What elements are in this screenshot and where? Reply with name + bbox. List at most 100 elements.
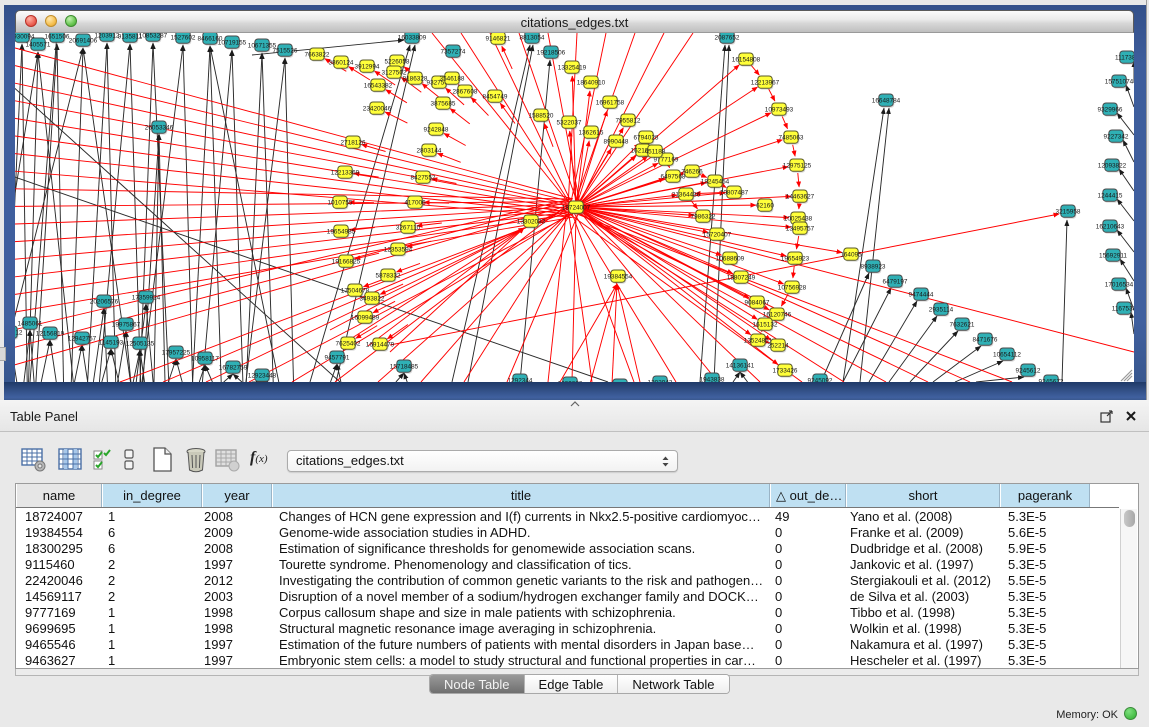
svg-text:2718126: 2718126 xyxy=(341,139,366,146)
svg-text:15720407: 15720407 xyxy=(703,231,732,238)
svg-text:12353594: 12353594 xyxy=(384,246,413,253)
svg-text:9245612: 9245612 xyxy=(1016,367,1041,374)
svg-text:6497568: 6497568 xyxy=(661,173,686,180)
svg-text:7955812: 7955812 xyxy=(616,117,641,124)
svg-text:16120746: 16120746 xyxy=(763,311,792,318)
svg-text:16914479: 16914479 xyxy=(366,341,395,348)
svg-text:16543382: 16543382 xyxy=(364,82,393,89)
svg-text:8471676: 8471676 xyxy=(973,336,998,343)
svg-text:1244415: 1244415 xyxy=(1098,192,1123,199)
svg-text:1588520: 1588520 xyxy=(529,112,554,119)
svg-text:10688609: 10688609 xyxy=(716,255,745,262)
svg-text:3912994: 3912994 xyxy=(355,63,380,70)
svg-text:2803144: 2803144 xyxy=(417,147,442,154)
svg-text:20691406: 20691406 xyxy=(69,37,98,44)
svg-text:9457791: 9457791 xyxy=(325,354,350,361)
svg-text:8813054: 8813054 xyxy=(520,34,545,41)
svg-text:16210643: 16210643 xyxy=(1096,223,1125,230)
svg-text:252214: 252214 xyxy=(767,342,789,349)
svg-text:7515526: 7515526 xyxy=(273,47,298,54)
svg-text:7663822: 7663822 xyxy=(305,51,330,58)
svg-text:15692911: 15692911 xyxy=(1099,252,1127,259)
svg-text:8938923: 8938923 xyxy=(861,263,886,270)
svg-text:1203943: 1203943 xyxy=(648,379,673,382)
svg-text:16154808: 16154808 xyxy=(732,56,761,63)
svg-text:9242848: 9242848 xyxy=(424,126,449,133)
svg-text:12923448: 12923448 xyxy=(248,372,277,379)
svg-text:9329966: 9329966 xyxy=(1098,106,1123,113)
svg-text:19654923: 19654923 xyxy=(781,255,810,262)
svg-text:3915912: 3915912 xyxy=(15,329,23,336)
svg-text:10025438: 10025438 xyxy=(784,215,813,222)
svg-text:20206576: 20206576 xyxy=(90,298,119,305)
svg-text:8186328: 8186328 xyxy=(403,75,428,82)
svg-text:17359924: 17359924 xyxy=(132,294,161,301)
svg-text:1292344: 1292344 xyxy=(508,377,533,382)
svg-text:7357274: 7357274 xyxy=(441,48,466,55)
svg-text:19166825: 19166825 xyxy=(332,258,361,265)
svg-text:10958117: 10958117 xyxy=(191,355,219,362)
svg-text:7625402: 7625402 xyxy=(336,340,361,347)
svg-text:19654985: 19654985 xyxy=(327,228,356,235)
svg-text:14136141: 14136141 xyxy=(726,362,755,369)
svg-text:2867608: 2867608 xyxy=(453,88,478,95)
svg-text:8990448: 8990448 xyxy=(604,138,629,145)
svg-text:417006: 417006 xyxy=(404,199,426,206)
svg-text:12505135: 12505135 xyxy=(126,340,155,347)
svg-text:3875685: 3875685 xyxy=(431,100,456,107)
svg-text:16648784: 16648784 xyxy=(872,97,901,104)
svg-text:12942757: 12942757 xyxy=(68,335,97,342)
svg-text:10807487: 10807487 xyxy=(720,189,749,196)
svg-text:8427552: 8427552 xyxy=(411,174,436,181)
svg-text:17016534: 17016534 xyxy=(1105,281,1134,288)
svg-text:1405571: 1405571 xyxy=(26,41,51,48)
svg-text:13325419: 13325419 xyxy=(558,64,587,71)
svg-text:1943838: 1943838 xyxy=(700,376,725,382)
svg-text:3546188: 3546188 xyxy=(440,75,465,82)
svg-text:1203912: 1203912 xyxy=(95,33,120,39)
svg-text:5226058: 5226058 xyxy=(385,58,410,65)
svg-text:10654112: 10654112 xyxy=(993,351,1021,358)
svg-text:26053346: 26053346 xyxy=(145,124,174,131)
svg-text:16961758: 16961758 xyxy=(596,99,625,106)
svg-text:10973493: 10973493 xyxy=(765,106,794,113)
svg-text:9245672: 9245672 xyxy=(1039,378,1064,382)
svg-text:3267110: 3267110 xyxy=(396,224,421,231)
svg-text:15751074: 15751074 xyxy=(1105,78,1134,85)
svg-text:18245454: 18245454 xyxy=(701,178,730,185)
svg-text:5878332: 5878332 xyxy=(376,272,401,279)
svg-text:23420046: 23420046 xyxy=(363,105,392,112)
svg-text:12213967: 12213967 xyxy=(751,79,780,86)
svg-text:3860124: 3860124 xyxy=(329,59,354,66)
svg-text:1615132: 1615132 xyxy=(753,321,778,328)
svg-text:2087652: 2087652 xyxy=(715,34,740,41)
svg-text:1117384: 1117384 xyxy=(1115,54,1134,61)
svg-text:10853287: 10853287 xyxy=(139,33,168,39)
svg-text:19384554: 19384554 xyxy=(604,273,633,280)
svg-text:10719155: 10719155 xyxy=(218,39,247,46)
svg-text:7632621: 7632621 xyxy=(950,321,975,328)
svg-text:12093822: 12093822 xyxy=(1098,162,1127,169)
svg-text:6794028: 6794028 xyxy=(634,134,659,141)
svg-text:16033809: 16033809 xyxy=(398,34,427,41)
svg-text:5322037: 5322037 xyxy=(557,119,582,126)
svg-text:7485063: 7485063 xyxy=(779,134,804,141)
svg-text:1145193: 1145193 xyxy=(99,339,124,346)
svg-text:1010755: 1010755 xyxy=(328,199,353,206)
svg-text:16782759: 16782759 xyxy=(219,364,248,371)
svg-text:6479197: 6479197 xyxy=(883,278,908,285)
svg-text:3215958: 3215958 xyxy=(1056,208,1081,215)
svg-text:2935114: 2935114 xyxy=(929,306,954,313)
svg-text:12213369: 12213369 xyxy=(331,169,360,176)
svg-text:14463627: 14463627 xyxy=(786,193,815,200)
svg-text:1651506: 1651506 xyxy=(45,33,70,40)
svg-text:451188: 451188 xyxy=(645,148,666,155)
svg-text:9146821: 9146821 xyxy=(486,35,511,42)
svg-text:19218506: 19218506 xyxy=(537,49,566,56)
svg-text:1485061: 1485061 xyxy=(18,320,43,327)
svg-text:13495757: 13495757 xyxy=(786,225,815,232)
svg-text:17957225: 17957225 xyxy=(162,349,191,356)
svg-text:1733426: 1733426 xyxy=(773,367,798,374)
svg-text:19975867: 19975867 xyxy=(112,321,141,328)
svg-text:1362615: 1362615 xyxy=(579,129,604,136)
